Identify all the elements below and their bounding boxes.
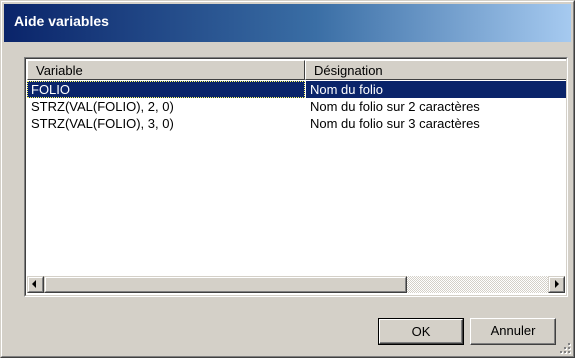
cell-variable: FOLIO xyxy=(31,82,71,97)
column-header-designation[interactable]: Désignation xyxy=(305,60,566,80)
scroll-thumb[interactable] xyxy=(44,276,407,293)
ok-button[interactable]: OK xyxy=(378,318,464,345)
list-header: Variable Désignation xyxy=(27,60,566,80)
scroll-track[interactable] xyxy=(407,276,548,293)
cell-variable: STRZ(VAL(FOLIO), 3, 0) xyxy=(31,116,174,131)
column-header-variable[interactable]: Variable xyxy=(27,60,305,80)
horizontal-scrollbar[interactable] xyxy=(27,276,565,293)
variables-list[interactable]: Variable Désignation FOLIO Nom du folio … xyxy=(24,57,568,297)
resize-grip-icon[interactable] xyxy=(558,341,571,354)
dialog-window: Aide variables Variable Désignation FOLI… xyxy=(0,0,575,358)
cell-designation: Nom du folio sur 3 caractères xyxy=(310,116,480,131)
scroll-left-button[interactable] xyxy=(27,276,44,293)
arrow-left-icon xyxy=(32,280,36,288)
cell-designation: Nom du folio sur 2 caractères xyxy=(310,99,480,114)
arrow-right-icon xyxy=(555,280,559,288)
cell-variable: STRZ(VAL(FOLIO), 2, 0) xyxy=(31,99,174,114)
title-bar[interactable]: Aide variables xyxy=(4,4,571,42)
window-title: Aide variables xyxy=(14,13,109,29)
cancel-button[interactable]: Annuler xyxy=(470,318,556,345)
scroll-right-button[interactable] xyxy=(548,276,565,293)
cell-designation: Nom du folio xyxy=(310,82,383,97)
